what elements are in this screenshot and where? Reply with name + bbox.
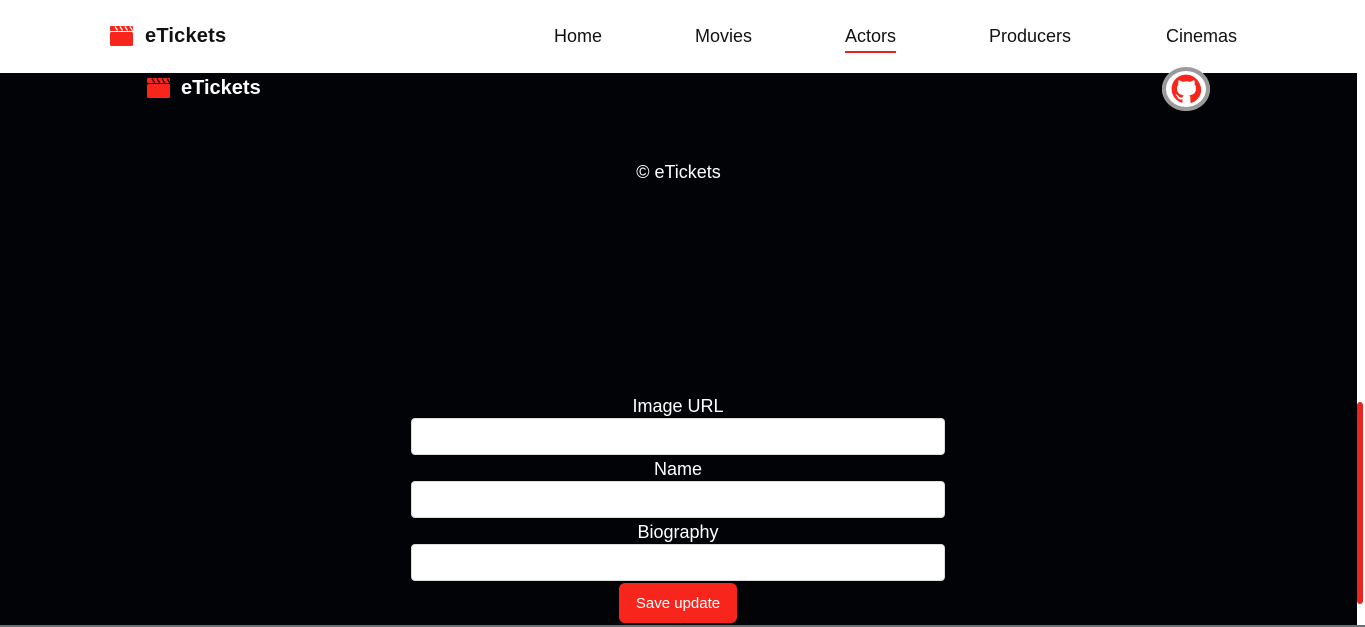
nav-link-actors[interactable]: Actors xyxy=(845,26,897,53)
name-label: Name xyxy=(653,459,702,479)
scrollbar-thumb[interactable] xyxy=(1357,402,1363,604)
biography-label: Biography xyxy=(637,522,719,542)
actor-edit-form: Image URL Name Biography Save update xyxy=(411,394,945,623)
footer-brand-name: eTickets xyxy=(181,76,261,99)
name-input[interactable] xyxy=(411,481,945,518)
page: eTickets Home Movies Actors Producers Ci… xyxy=(0,0,1365,627)
image-url-input[interactable] xyxy=(411,418,945,455)
brand-logo[interactable]: eTickets xyxy=(110,24,226,48)
nav-link-home[interactable]: Home xyxy=(554,26,602,47)
footer-brand[interactable]: eTickets xyxy=(147,77,261,99)
copyright-text: © eTickets xyxy=(636,162,721,182)
biography-input[interactable] xyxy=(411,544,945,581)
image-url-label: Image URL xyxy=(632,396,724,416)
github-icon xyxy=(1171,74,1201,103)
save-update-button[interactable]: Save update xyxy=(619,583,737,623)
nav-link-movies[interactable]: Movies xyxy=(695,26,752,47)
github-link[interactable] xyxy=(1162,67,1210,111)
top-navbar: eTickets Home Movies Actors Producers Ci… xyxy=(0,0,1357,73)
nav-link-cinemas[interactable]: Cinemas xyxy=(1166,26,1237,47)
clapperboard-icon xyxy=(110,26,133,46)
brand-name: eTickets xyxy=(145,24,227,47)
clapperboard-icon xyxy=(147,78,170,98)
nav-link-producers[interactable]: Producers xyxy=(989,26,1071,47)
